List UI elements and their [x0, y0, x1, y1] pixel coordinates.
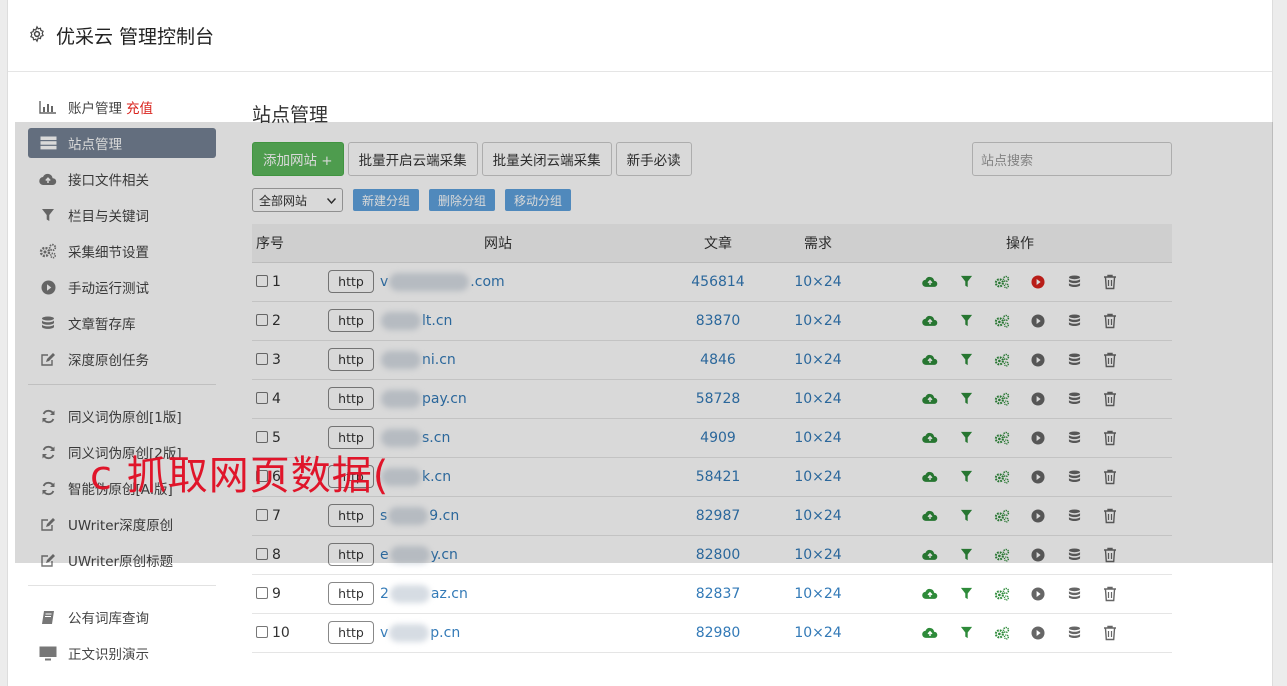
- demand-value[interactable]: 10×24: [768, 613, 868, 653]
- sidebar-divider: [28, 585, 216, 586]
- article-count[interactable]: 82837: [668, 574, 768, 614]
- protocol-badge[interactable]: http: [328, 621, 374, 644]
- recharge-link[interactable]: 充值: [126, 97, 153, 117]
- trash-icon[interactable]: [1099, 583, 1121, 605]
- demand-value[interactable]: 10×24: [768, 574, 868, 614]
- row-index-cell: 9: [252, 574, 328, 614]
- bar-chart-icon: [38, 99, 58, 115]
- row-index-cell: 10: [252, 613, 328, 653]
- sidebar-item-group1-0[interactable]: 账户管理 充值: [28, 92, 216, 122]
- top-bar: 优采云 管理控制台: [8, 0, 1272, 72]
- filter-icon[interactable]: [955, 583, 977, 605]
- row-checkbox[interactable]: [256, 586, 268, 599]
- site-cell: http v p.cn: [328, 613, 668, 653]
- domain-prefix: v: [380, 624, 389, 641]
- gears-icon[interactable]: [991, 583, 1013, 605]
- sidebar-item-label: 账户管理: [68, 101, 122, 117]
- book-icon: [38, 609, 58, 625]
- gears-icon[interactable]: [991, 622, 1013, 644]
- protocol-badge[interactable]: http: [328, 582, 374, 605]
- redacted-domain: [389, 623, 430, 642]
- trash-icon[interactable]: [1099, 622, 1121, 644]
- overlay-caption: c 抓取网页数据(: [90, 453, 390, 499]
- sidebar-item-group3-0[interactable]: 公有词库查询: [28, 602, 216, 632]
- cloud-upload-icon[interactable]: [919, 622, 941, 644]
- article-count[interactable]: 82980: [668, 613, 768, 653]
- database-icon[interactable]: [1063, 583, 1085, 605]
- redacted-domain: [389, 584, 430, 603]
- sidebar-item-group3-1[interactable]: 正文识别演示: [28, 638, 216, 668]
- site-cell: http 2 az.cn: [328, 574, 668, 614]
- site-domain-link[interactable]: 2 az.cn: [380, 584, 468, 603]
- row-checkbox[interactable]: [256, 625, 268, 638]
- play-circle-icon[interactable]: [1027, 583, 1049, 605]
- actions-cell: [868, 574, 1172, 614]
- domain-suffix: az.cn: [430, 585, 468, 602]
- row-index: 9: [272, 585, 281, 602]
- play-circle-icon[interactable]: [1027, 622, 1049, 644]
- table-row: 9 http 2 az.cn 82837 10×24: [252, 574, 1172, 614]
- cloud-upload-icon[interactable]: [919, 583, 941, 605]
- monitor-icon: [38, 645, 58, 661]
- domain-prefix: 2: [380, 585, 389, 602]
- database-icon[interactable]: [1063, 622, 1085, 644]
- gear-icon[interactable]: [28, 25, 46, 47]
- app-title: 优采云 管理控制台: [56, 26, 215, 48]
- site-domain-link[interactable]: v p.cn: [380, 623, 461, 642]
- domain-suffix: p.cn: [430, 624, 461, 641]
- filter-icon[interactable]: [955, 622, 977, 644]
- actions-cell: [868, 613, 1172, 653]
- table-row: 10 http v p.cn 82980 10×24: [252, 613, 1172, 653]
- sidebar-item-label: 正文识别演示: [68, 647, 149, 663]
- sidebar-item-label: 公有词库查询: [68, 611, 149, 627]
- row-index: 10: [272, 624, 290, 641]
